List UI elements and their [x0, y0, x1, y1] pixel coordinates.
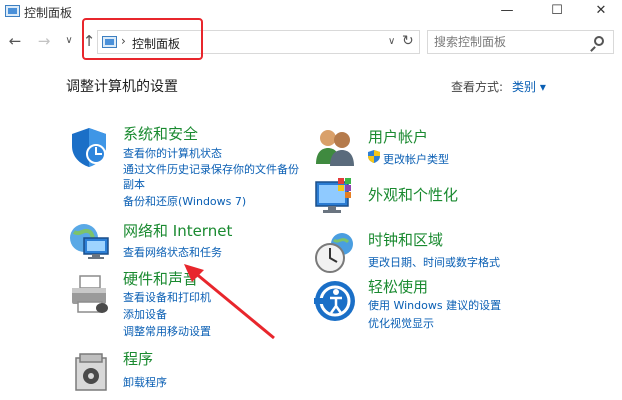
category-title-system-security[interactable]: 系统和安全: [123, 123, 198, 144]
link-optimize-visual-display[interactable]: 优化视觉显示: [368, 315, 434, 331]
programs-box-icon[interactable]: [70, 350, 112, 392]
uac-shield-icon: [368, 150, 380, 163]
control-panel-icon: [5, 5, 20, 17]
category-title-user-accounts[interactable]: 用户帐户: [368, 126, 428, 147]
link-file-history-backup[interactable]: 通过文件历史记录保存你的文件备份: [123, 161, 299, 177]
category-title-clock-region[interactable]: 时钟和区域: [368, 229, 443, 250]
refresh-button[interactable]: ↻: [402, 33, 414, 49]
link-add-device[interactable]: 添加设备: [123, 306, 167, 322]
ease-of-access-icon[interactable]: [314, 280, 356, 322]
annotation-highlight-box: [82, 18, 203, 60]
link-file-history-backup-cont[interactable]: 副本: [123, 176, 145, 192]
category-title-programs[interactable]: 程序: [123, 348, 153, 369]
monitor-palette-icon[interactable]: [314, 178, 356, 220]
minimize-button[interactable]: —: [484, 0, 530, 24]
close-button[interactable]: ✕: [578, 0, 622, 24]
recent-locations-dropdown[interactable]: ∨: [60, 35, 78, 46]
search-box[interactable]: [427, 30, 614, 54]
address-dropdown-icon[interactable]: ∨: [388, 36, 395, 47]
view-by-label: 查看方式:: [451, 80, 504, 94]
category-title-ease-of-access[interactable]: 轻松使用: [368, 276, 428, 297]
users-icon[interactable]: [314, 126, 356, 168]
link-change-account-type[interactable]: 更改帐户类型: [383, 151, 449, 167]
printer-icon[interactable]: [68, 274, 110, 316]
link-change-date-time-format[interactable]: 更改日期、时间或数字格式: [368, 254, 500, 270]
link-windows-recommended-settings[interactable]: 使用 Windows 建议的设置: [368, 297, 501, 313]
view-by-dropdown[interactable]: 类别 ▾: [512, 78, 546, 95]
link-view-network-status[interactable]: 查看网络状态和任务: [123, 244, 222, 260]
category-title-appearance[interactable]: 外观和个性化: [368, 184, 458, 205]
search-input[interactable]: [428, 31, 588, 53]
shield-icon[interactable]: [68, 126, 110, 168]
back-button[interactable]: ←: [6, 32, 24, 50]
annotation-arrow-icon: [184, 264, 275, 340]
search-icon[interactable]: [594, 36, 604, 46]
link-uninstall-program[interactable]: 卸载程序: [123, 374, 167, 390]
forward-button[interactable]: →: [35, 32, 53, 50]
link-backup-restore[interactable]: 备份和还原(Windows 7): [123, 193, 246, 209]
network-globe-icon[interactable]: [68, 220, 110, 262]
page-title: 调整计算机的设置: [66, 79, 178, 95]
clock-globe-icon[interactable]: [314, 232, 356, 274]
link-view-computer-status[interactable]: 查看你的计算机状态: [123, 145, 222, 161]
window-title: 控制面板: [24, 6, 73, 20]
maximize-button[interactable]: ☐: [534, 0, 580, 24]
category-title-network-internet[interactable]: 网络和 Internet: [123, 220, 232, 241]
